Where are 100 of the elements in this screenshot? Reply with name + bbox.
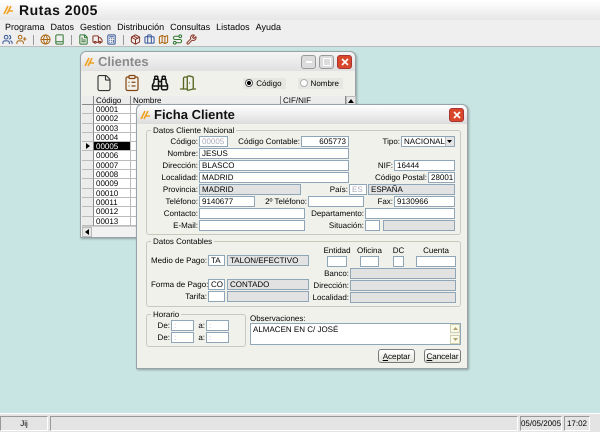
calculator-icon[interactable] [106,34,117,45]
radio-button[interactable]: Nombre [298,78,343,88]
accept-button[interactable]: Aceptar [378,349,415,363]
minimize-button[interactable] [301,54,316,68]
text-field[interactable] [360,256,379,266]
close-icon [452,110,460,118]
field-label: De: [156,332,171,342]
field-label: Código Postal: [374,172,428,182]
table-cell[interactable]: 00008 [94,170,131,180]
text-field[interactable]: 9130966 [394,196,455,206]
text-field[interactable] [327,256,347,266]
document-icon[interactable] [78,34,89,45]
column-header[interactable]: Nombre [131,96,281,105]
menu-item[interactable]: Listados [213,22,253,32]
table-cell[interactable]: 00006 [94,151,131,161]
menu-item[interactable]: Consultas [167,22,214,32]
text-field[interactable] [383,220,455,230]
user-plus-icon[interactable] [16,34,27,45]
new-document-icon[interactable] [95,74,113,92]
text-field[interactable] [365,220,380,230]
text-field[interactable]: ESPAÑA [368,184,455,194]
row-selector[interactable] [82,142,94,152]
text-field[interactable]: MADRID [199,172,349,182]
field-label: DC [392,246,404,255]
text-field[interactable] [208,290,225,302]
field-label: Departamento: [310,208,365,218]
cancel-button[interactable]: Cancelar [424,349,461,363]
text-field[interactable]: MADRID [199,184,301,194]
app-title: Rutas 2005 [19,2,98,18]
table-cell[interactable]: 00009 [94,179,131,189]
field-label: Situación: [328,220,365,230]
scroll-down-button[interactable] [450,335,460,344]
text-field[interactable] [393,256,404,266]
text-field[interactable]: 605773 [301,136,349,146]
text-field[interactable]: 28001 [428,172,455,182]
field-label: E-Mail: [172,220,199,230]
field-label: 2º Teléfono: [264,196,308,206]
route-icon[interactable] [172,34,183,45]
briefcase-icon[interactable] [144,34,155,45]
truck-icon[interactable] [92,34,103,45]
menu-item[interactable]: Programa [2,22,48,32]
users-icon[interactable] [2,34,13,45]
close-icon [340,58,348,66]
package-icon[interactable] [130,34,141,45]
group-title: Horario [152,310,180,319]
text-field[interactable]: BLASCO [199,160,349,170]
text-field[interactable] [365,208,455,218]
menu-item[interactable]: Datos [48,22,78,32]
radio-button[interactable]: Código [243,78,286,88]
group-title: Datos Cliente Nacional [152,126,236,135]
text-field[interactable] [199,208,305,218]
menu-item[interactable]: Ayuda [252,22,284,32]
logo-icon [140,110,151,120]
up-arrow-icon [348,99,354,103]
text-field[interactable] [350,292,456,302]
close-button[interactable] [449,108,464,122]
table-cell[interactable]: 00001 [94,105,131,114]
table-cell[interactable]: 00005 [94,142,131,152]
group-title: Datos Contables [152,237,214,246]
globe-icon[interactable] [40,34,51,45]
field-label: Código Contable: [237,136,301,146]
down-arrow-icon [452,338,458,341]
close-button[interactable] [337,54,352,68]
text-field[interactable]: CONTADO [227,278,309,290]
maximize-button[interactable] [319,54,334,68]
wrench-icon[interactable] [186,34,197,45]
text-field[interactable]: CO [208,278,225,290]
field-label: a: [197,332,206,342]
text-field[interactable] [308,196,364,206]
field-label: De: [156,320,171,330]
field-label: NIF: [376,160,394,170]
text-field[interactable] [350,268,456,278]
tipo-dropdown[interactable]: NACIONAL [401,136,455,146]
map-icon[interactable] [158,34,169,45]
text-field[interactable]: 16444 [394,160,455,170]
field-label: Localidad: [312,292,350,302]
text-field[interactable]: JESUS [199,148,349,158]
clipboard-icon[interactable] [123,74,141,92]
text-field[interactable] [199,220,305,230]
text-field[interactable] [350,280,456,290]
text-field[interactable]: TALON/EFECTIVO [227,254,309,266]
menu-item[interactable]: Gestion [77,22,114,32]
scroll-left-button[interactable] [82,226,92,237]
field-label: Cuenta [423,246,449,255]
field-label: Contacto: [162,208,199,218]
text-field[interactable] [227,290,309,302]
table-cell[interactable]: 00012 [94,207,131,217]
radio-icon[interactable] [300,79,308,87]
field-label: Código: [169,136,199,146]
radio-icon[interactable] [245,79,254,87]
text-field[interactable] [416,256,456,266]
column-header[interactable]: Código [94,96,131,105]
door-icon[interactable] [179,74,197,92]
menu-item[interactable]: Distribución [114,22,168,32]
text-field[interactable]: 9140677 [199,196,255,206]
observaciones-field[interactable]: ALMACEN EN C/ JOSÉ [250,323,461,345]
table-cell[interactable]: 00002 [94,114,131,124]
text-field[interactable]: TA [208,254,225,266]
binoculars-icon[interactable] [151,74,169,92]
book-icon[interactable] [54,34,65,45]
